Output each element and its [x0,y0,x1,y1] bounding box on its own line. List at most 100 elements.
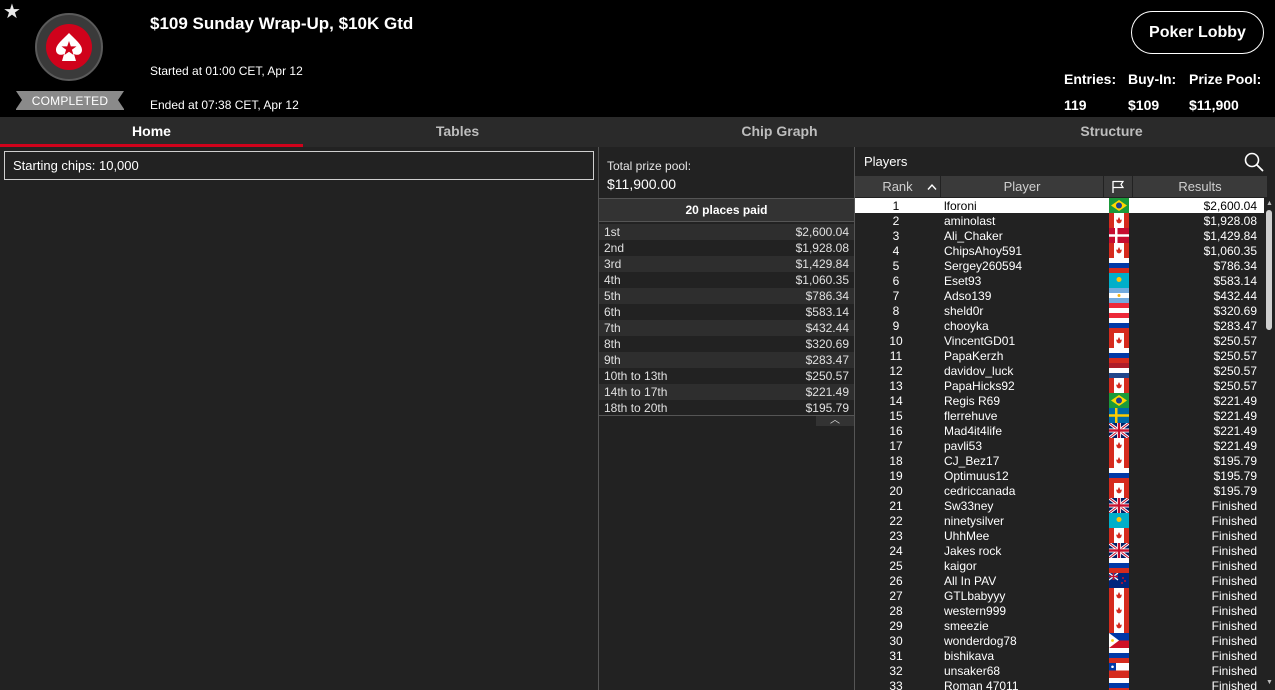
player-row[interactable]: 9 chooyka $283.47 [855,318,1275,333]
player-row[interactable]: 23 UhhMee Finished [855,528,1275,543]
player-row[interactable]: 1 lforoni $2,600.04 [855,198,1275,213]
player-row[interactable]: 16 Mad4it4life $221.49 [855,423,1275,438]
player-row[interactable]: 27 GTLbabyyy Finished [855,588,1275,603]
player-rank: 2 [892,214,900,228]
rank-column-header[interactable]: Rank [855,176,941,197]
player-row[interactable]: 26 All In PAV Finished [855,573,1275,588]
player-name: Optimuus12 [944,469,1009,483]
payout-amount: $1,928.08 [795,241,849,255]
payout-place: 3rd [604,257,622,271]
scroll-thumb[interactable] [1266,210,1272,330]
player-row[interactable]: 25 kaigor Finished [855,558,1275,573]
end-time: Ended at 07:38 CET, Apr 12 [150,98,299,112]
payout-row: 18th to 20th $195.79 [599,400,854,416]
canada-flag-icon [1109,618,1129,633]
player-row[interactable]: 29 smeezie Finished [855,618,1275,633]
player-row[interactable]: 32 unsaker68 Finished [855,663,1275,678]
tab-chip-graph[interactable]: Chip Graph [628,117,931,147]
poker-lobby-button[interactable]: Poker Lobby [1131,11,1264,54]
player-row[interactable]: 18 CJ_Bez17 $195.79 [855,453,1275,468]
scroll-up-icon[interactable]: ▲ [1266,200,1273,207]
player-name: sheld0r [944,304,984,318]
starting-chips: Starting chips: 10,000 [4,151,594,180]
search-icon[interactable] [1244,152,1264,172]
sort-ascending-icon [927,183,937,190]
player-name: Roman 47011 [944,679,1019,690]
payout-row: 14th to 17th $221.49 [599,384,854,400]
player-row[interactable]: 15 flerrehuve $221.49 [855,408,1275,423]
player-result: $195.79 [1213,454,1257,468]
tab-tables[interactable]: Tables [307,117,608,147]
player-name: GTLbabyyy [944,589,1006,603]
player-name: PapaKerzh [944,349,1004,363]
player-row[interactable]: 24 Jakes rock Finished [855,543,1275,558]
player-result: Finished [1211,544,1257,558]
player-name: Sw33ney [944,499,994,513]
player-row[interactable]: 22 ninetysilver Finished [855,513,1275,528]
player-name: Ali_Chaker [944,229,1003,243]
entries-value: 119 [1064,97,1087,113]
scroll-down-icon[interactable]: ▼ [1266,679,1273,686]
players-title: Players [864,154,908,169]
player-row[interactable]: 7 Adso139 $432.44 [855,288,1275,303]
favorite-star-icon[interactable]: ★ [3,2,21,22]
player-row[interactable]: 12 davidov_luck $250.57 [855,363,1275,378]
payout-place: 8th [604,337,621,351]
player-row[interactable]: 11 PapaKerzh $250.57 [855,348,1275,363]
chile-flag-icon [1109,663,1129,678]
player-result: $432.44 [1213,289,1257,303]
russia-flag-icon [1109,258,1129,273]
collapse-chevron-icon[interactable]: ︿ [816,416,854,426]
player-row[interactable]: 6 Eset93 $583.14 [855,273,1275,288]
player-row[interactable]: 17 pavli53 $221.49 [855,438,1275,453]
player-row[interactable]: 20 cedriccanada $195.79 [855,483,1275,498]
player-row[interactable]: 30 wonderdog78 Finished [855,633,1275,648]
player-result: Finished [1211,649,1257,663]
players-scrollbar[interactable]: ▲ ▼ [1264,198,1275,690]
buyin-value: $109 [1128,97,1160,113]
player-row[interactable]: 21 Sw33ney Finished [855,498,1275,513]
player-row[interactable]: 10 VincentGD01 $250.57 [855,333,1275,348]
player-row[interactable]: 13 PapaHicks92 $250.57 [855,378,1275,393]
player-name: Mad4it4life [944,424,1003,438]
results-column-header[interactable]: Results [1133,176,1268,197]
player-rank: 33 [889,679,903,690]
argentina-flag-icon [1109,288,1129,303]
player-rank: 1 [892,199,900,213]
player-row[interactable]: 14 Regis R69 $221.49 [855,393,1275,408]
tab-home[interactable]: Home [0,117,303,147]
payout-place: 5th [604,289,621,303]
payout-place: 1st [604,225,621,239]
payout-place: 10th to 13th [604,369,668,383]
netherlands-flag-icon [1109,363,1129,378]
player-row[interactable]: 8 sheld0r $320.69 [855,303,1275,318]
player-name: All In PAV [944,574,997,588]
player-result: Finished [1211,499,1257,513]
payout-row: 9th $283.47 [599,352,854,368]
player-row[interactable]: 19 Optimuus12 $195.79 [855,468,1275,483]
payout-row: 5th $786.34 [599,288,854,304]
pokerstars-logo [35,13,103,81]
player-row[interactable]: 28 western999 Finished [855,603,1275,618]
payout-amount: $432.44 [805,321,849,335]
player-row[interactable]: 3 Ali_Chaker $1,429.84 [855,228,1275,243]
player-row[interactable]: 5 Sergey260594 $786.34 [855,258,1275,273]
player-rank: 22 [889,514,903,528]
canada-flag-icon [1109,528,1129,543]
brazil-flag-icon [1109,198,1129,213]
player-name: VincentGD01 [944,334,1016,348]
austria-flag-icon [1109,303,1129,318]
tab-structure[interactable]: Structure [960,117,1263,147]
player-name: unsaker68 [944,664,1001,678]
philippines-flag-icon [1109,633,1129,648]
player-row[interactable]: 4 ChipsAhoy591 $1,060.35 [855,243,1275,258]
russia-flag-icon [1109,648,1129,663]
player-row[interactable]: 2 aminolast $1,928.08 [855,213,1275,228]
flag-column-header[interactable] [1104,176,1133,197]
player-result: $786.34 [1213,259,1257,273]
player-rank: 26 [889,574,903,588]
players-header: Players [855,148,1275,175]
player-row[interactable]: 31 bishikava Finished [855,648,1275,663]
player-row[interactable]: 33 Roman 47011 Finished [855,678,1275,690]
player-column-header[interactable]: Player [941,176,1104,197]
